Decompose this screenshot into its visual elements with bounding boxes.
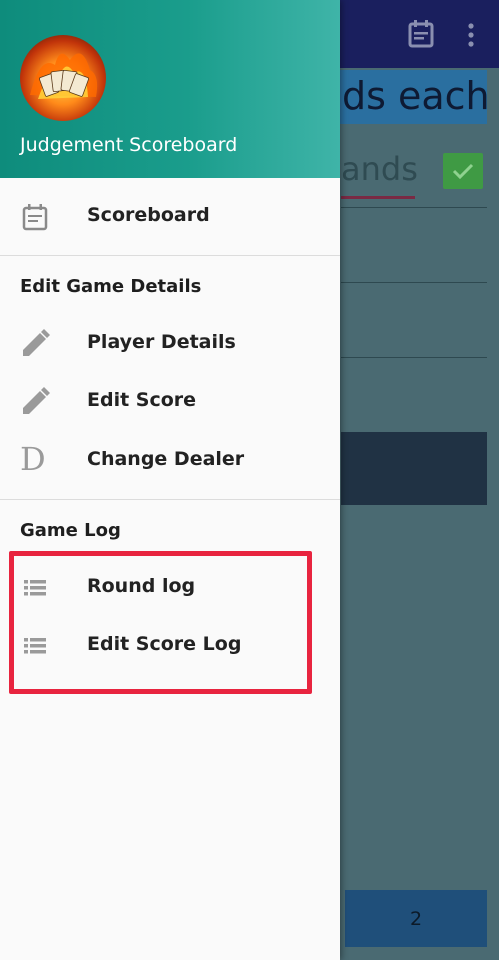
menu-item-label: Scoreboard bbox=[87, 204, 210, 226]
divider bbox=[341, 282, 487, 283]
bottom-button[interactable]: 2 bbox=[345, 890, 487, 947]
playing-cards-flame-icon bbox=[30, 53, 98, 99]
background-title: ds each bbox=[342, 74, 490, 118]
drawer-header: Judgement Scoreboard bbox=[0, 0, 340, 178]
background-input-text: ands bbox=[341, 150, 418, 188]
bottom-button-label: 2 bbox=[409, 907, 423, 930]
section-header-game-log: Game Log bbox=[20, 520, 121, 541]
pencil-icon bbox=[23, 329, 50, 356]
section-header-edit-game-details: Edit Game Details bbox=[20, 276, 202, 297]
confirm-button[interactable] bbox=[443, 153, 483, 189]
divider bbox=[0, 255, 340, 256]
menu-item-label: Player Details bbox=[87, 331, 236, 353]
calendar-icon[interactable] bbox=[408, 20, 434, 48]
check-icon bbox=[452, 163, 474, 180]
menu-item-label: Change Dealer bbox=[87, 448, 245, 470]
app-name: Judgement Scoreboard bbox=[20, 134, 238, 156]
letter-d-icon: D bbox=[20, 440, 46, 478]
menu-item-edit-score[interactable]: Edit Score bbox=[0, 373, 340, 431]
input-underline bbox=[341, 196, 415, 199]
app-logo-avatar bbox=[20, 35, 106, 121]
pencil-icon bbox=[23, 387, 50, 414]
divider bbox=[0, 499, 340, 500]
menu-item-scoreboard[interactable]: Scoreboard bbox=[0, 188, 340, 246]
menu-item-change-dealer[interactable]: D Change Dealer bbox=[0, 432, 340, 490]
background-row bbox=[341, 432, 487, 505]
calendar-icon bbox=[22, 204, 48, 231]
navigation-drawer: Judgement Scoreboard Scoreboard Edit Gam… bbox=[0, 0, 340, 960]
more-options-icon[interactable] bbox=[465, 22, 477, 48]
highlight-annotation-box bbox=[9, 551, 312, 694]
menu-item-label: Edit Score bbox=[87, 389, 197, 411]
divider bbox=[341, 357, 487, 358]
menu-item-player-details[interactable]: Player Details bbox=[0, 315, 340, 373]
divider bbox=[341, 207, 487, 208]
